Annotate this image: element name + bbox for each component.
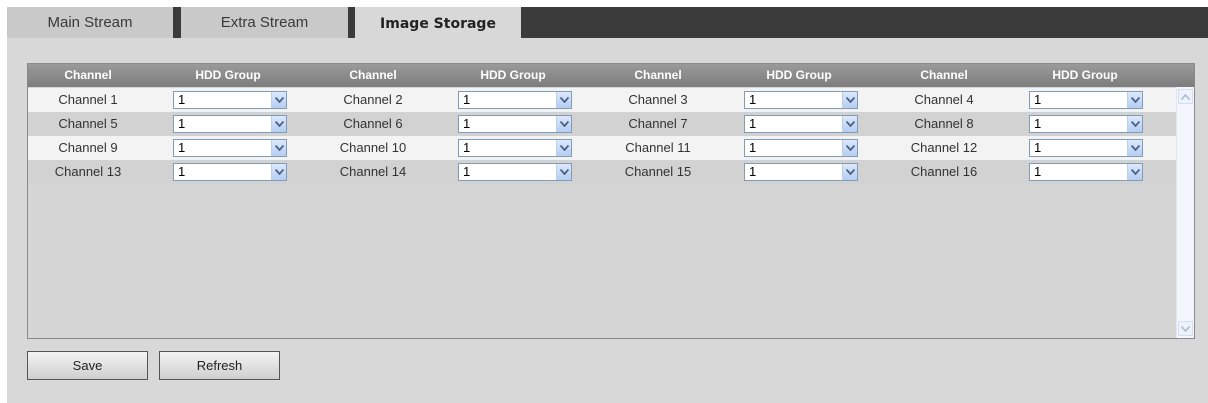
header-hdd-group: HDD Group xyxy=(480,68,546,82)
channel-label: Channel 15 xyxy=(624,164,692,179)
chevron-down-icon[interactable] xyxy=(1127,140,1142,156)
channel-label: Channel 10 xyxy=(339,140,407,155)
channel-label: Channel 3 xyxy=(628,92,688,107)
tab-extra-stream[interactable]: Extra Stream xyxy=(181,7,348,38)
header-hdd-group: HDD Group xyxy=(195,68,261,82)
channel-hdd-table: Channel HDD Group Channel HDD Group Chan… xyxy=(27,63,1195,339)
hdd-group-select[interactable]: 1 xyxy=(173,91,287,109)
header-channel: Channel xyxy=(64,68,112,82)
chevron-down-icon[interactable] xyxy=(556,116,571,132)
chevron-down-icon[interactable] xyxy=(842,164,857,180)
hdd-group-select[interactable]: 1 xyxy=(1029,163,1143,181)
channel-label: Channel 2 xyxy=(343,92,403,107)
hdd-group-value: 1 xyxy=(749,92,757,107)
hdd-group-value: 1 xyxy=(178,164,186,179)
hdd-group-value: 1 xyxy=(178,116,186,131)
hdd-group-value: 1 xyxy=(1034,164,1042,179)
chevron-down-icon[interactable] xyxy=(842,116,857,132)
hdd-group-select[interactable]: 1 xyxy=(173,163,287,181)
hdd-group-value: 1 xyxy=(463,92,471,107)
hdd-group-value: 1 xyxy=(749,164,757,179)
chevron-down-icon[interactable] xyxy=(556,140,571,156)
chevron-down-icon[interactable] xyxy=(1127,116,1142,132)
hdd-group-value: 1 xyxy=(463,164,471,179)
scroll-up-button[interactable] xyxy=(1178,89,1193,104)
channel-label: Channel 6 xyxy=(343,116,403,131)
hdd-group-select[interactable]: 1 xyxy=(458,91,572,109)
hdd-group-select[interactable]: 1 xyxy=(1029,91,1143,109)
table-header: Channel HDD Group Channel HDD Group Chan… xyxy=(28,64,1194,87)
channel-label: Channel 1 xyxy=(58,92,118,107)
header-channel: Channel xyxy=(920,68,968,82)
header-hdd-group: HDD Group xyxy=(1052,68,1118,82)
chevron-down-icon[interactable] xyxy=(556,92,571,108)
chevron-down-icon[interactable] xyxy=(842,140,857,156)
hdd-group-value: 1 xyxy=(1034,140,1042,155)
hdd-group-select[interactable]: 1 xyxy=(173,139,287,157)
hdd-group-select[interactable]: 1 xyxy=(458,139,572,157)
tab-image-storage[interactable]: Image Storage xyxy=(355,7,521,40)
channel-label: Channel 8 xyxy=(914,116,974,131)
header-channel: Channel xyxy=(349,68,397,82)
channel-label: Channel 5 xyxy=(58,116,118,131)
table-row: Channel 13 1 Channel 14 1 Channel 15 1 Channel… xyxy=(28,160,1176,184)
arrow-up-icon xyxy=(1181,93,1190,100)
hdd-group-value: 1 xyxy=(1034,116,1042,131)
channel-label: Channel 7 xyxy=(628,116,688,131)
chevron-down-icon[interactable] xyxy=(271,140,286,156)
scroll-down-button[interactable] xyxy=(1178,321,1193,336)
hdd-group-value: 1 xyxy=(749,140,757,155)
channel-label: Channel 13 xyxy=(54,164,122,179)
channel-label: Channel 16 xyxy=(910,164,978,179)
vertical-scrollbar[interactable] xyxy=(1176,87,1194,338)
hdd-group-select[interactable]: 1 xyxy=(744,163,858,181)
refresh-button[interactable]: Refresh xyxy=(159,351,280,380)
tab-bar: Main Stream Extra Stream Image Storage xyxy=(7,7,1208,40)
chevron-down-icon[interactable] xyxy=(271,116,286,132)
table-row: Channel 1 1 Channel 2 1 Channel 3 1 Channel 4 1 xyxy=(28,88,1176,112)
hdd-group-select[interactable]: 1 xyxy=(1029,139,1143,157)
hdd-group-value: 1 xyxy=(178,92,186,107)
hdd-group-select[interactable]: 1 xyxy=(173,115,287,133)
channel-label: Channel 12 xyxy=(910,140,978,155)
hdd-group-select[interactable]: 1 xyxy=(744,139,858,157)
channel-label: Channel 4 xyxy=(914,92,974,107)
hdd-group-select[interactable]: 1 xyxy=(458,163,572,181)
chevron-down-icon[interactable] xyxy=(1127,92,1142,108)
chevron-down-icon[interactable] xyxy=(556,164,571,180)
hdd-group-select[interactable]: 1 xyxy=(458,115,572,133)
hdd-group-select[interactable]: 1 xyxy=(1029,115,1143,133)
hdd-group-value: 1 xyxy=(749,116,757,131)
hdd-group-select[interactable]: 1 xyxy=(744,115,858,133)
hdd-group-value: 1 xyxy=(178,140,186,155)
channel-label: Channel 9 xyxy=(58,140,118,155)
hdd-group-value: 1 xyxy=(1034,92,1042,107)
save-button[interactable]: Save xyxy=(27,351,148,380)
chevron-down-icon[interactable] xyxy=(271,164,286,180)
tab-main-stream[interactable]: Main Stream xyxy=(7,7,173,38)
table-row: Channel 9 1 Channel 10 1 Channel 11 1 Channel … xyxy=(28,136,1176,160)
header-hdd-group: HDD Group xyxy=(766,68,832,82)
channel-label: Channel 14 xyxy=(339,164,407,179)
chevron-down-icon[interactable] xyxy=(1127,164,1142,180)
hdd-group-select[interactable]: 1 xyxy=(744,91,858,109)
chevron-down-icon[interactable] xyxy=(271,92,286,108)
settings-panel: Main Stream Extra Stream Image Storage C… xyxy=(7,7,1208,403)
channel-label: Channel 11 xyxy=(625,140,691,155)
header-channel: Channel xyxy=(634,68,682,82)
table-row: Channel 5 1 Channel 6 1 Channel 7 1 Channel 8 1 xyxy=(28,112,1176,136)
chevron-down-icon[interactable] xyxy=(842,92,857,108)
hdd-group-value: 1 xyxy=(463,116,471,131)
hdd-group-value: 1 xyxy=(463,140,471,155)
arrow-down-icon xyxy=(1181,325,1190,332)
